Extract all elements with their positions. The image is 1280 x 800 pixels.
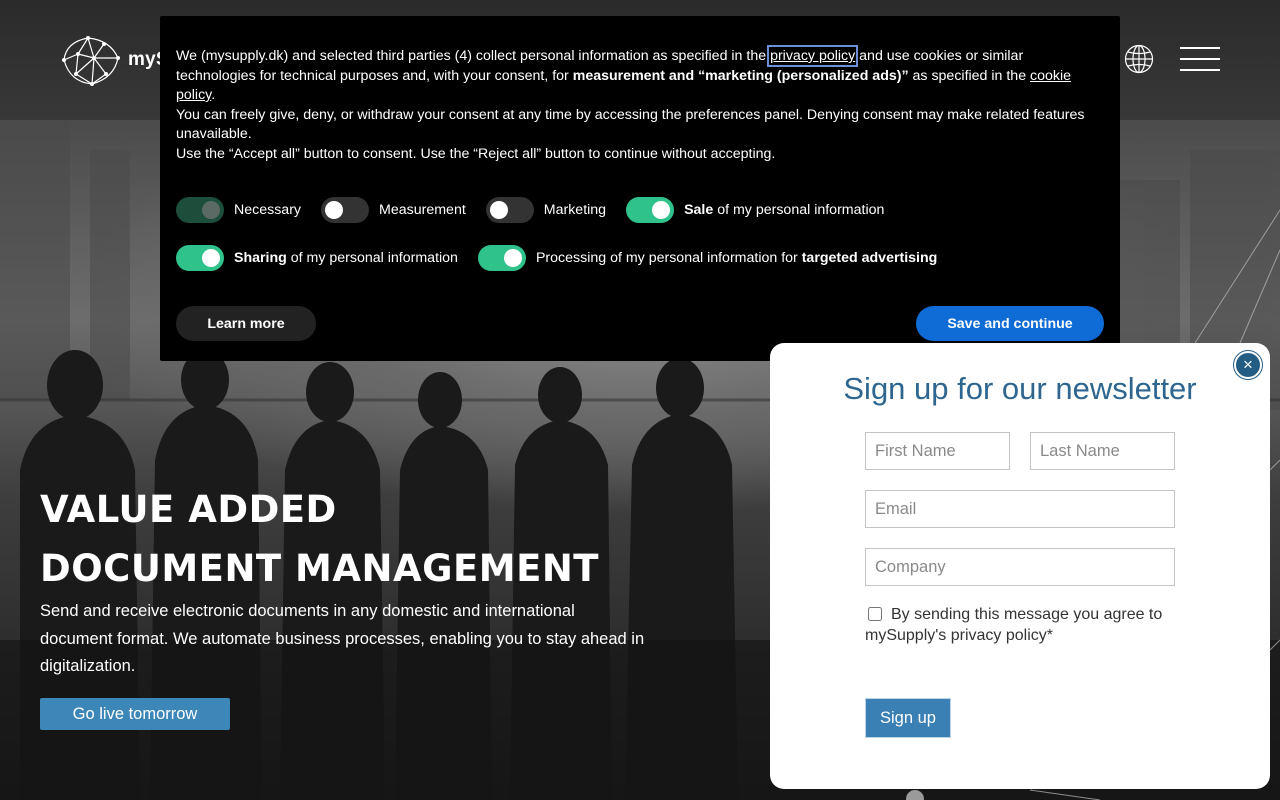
sharing-label: Sharing of my personal information <box>234 250 458 266</box>
measurement-label: Measurement <box>379 202 466 218</box>
consent-paragraph-3: Use the “Accept all” button to consent. … <box>176 145 776 162</box>
first-name-input[interactable] <box>865 432 1010 470</box>
save-and-continue-button[interactable]: Save and continue <box>916 306 1104 341</box>
globe-icon <box>1124 44 1154 74</box>
consent-toggle-row-1: Necessary Measurement Marketing Sale of … <box>176 197 904 223</box>
hero-subtitle: Send and receive electronic documents in… <box>40 602 645 675</box>
hamburger-menu-button[interactable] <box>1180 47 1220 71</box>
privacy-consent-label: By sending this message you agree to myS… <box>865 606 1163 644</box>
measurement-switch[interactable] <box>321 197 370 223</box>
consent-toggle-row-2: Sharing of my personal information Proce… <box>176 245 957 271</box>
toggle-sharing: Sharing of my personal information <box>176 245 458 271</box>
marketing-switch[interactable] <box>485 197 534 223</box>
hamburger-menu-icon <box>1180 47 1220 49</box>
consent-paragraph-2: You can freely give, deny, or withdraw y… <box>176 106 1085 143</box>
learn-more-button[interactable]: Learn more <box>176 306 316 341</box>
site-logo[interactable]: myS <box>58 34 169 86</box>
cookie-consent-panel: We (mysupply.dk) and selected third part… <box>160 16 1120 361</box>
privacy-policy-link[interactable]: privacy policy <box>767 45 859 67</box>
sign-up-button[interactable]: Sign up <box>865 698 951 738</box>
sale-label: Sale of my personal information <box>684 202 885 218</box>
hero-title: VALUE ADDED DOCUMENT MANAGEMENT <box>40 480 599 598</box>
toggle-sale: Sale of my personal information <box>626 197 884 223</box>
toggle-necessary: Necessary <box>176 197 301 223</box>
necessary-switch[interactable] <box>176 197 224 223</box>
toggle-targeted-advertising: Processing of my personal information fo… <box>477 245 938 271</box>
consent-description: We (mysupply.dk) and selected third part… <box>176 45 1085 162</box>
last-name-input[interactable] <box>1030 432 1175 470</box>
sale-switch[interactable] <box>626 197 675 223</box>
newsletter-signup-modal: × Sign up for our newsletter By sending … <box>770 343 1270 789</box>
network-globe-logo-icon <box>62 36 120 86</box>
hero-title-line-2: DOCUMENT MANAGEMENT <box>40 547 600 590</box>
language-selector[interactable] <box>1124 44 1154 74</box>
targeted-advertising-label: Processing of my personal information fo… <box>535 250 938 266</box>
company-input[interactable] <box>865 548 1175 586</box>
marketing-label: Marketing <box>543 202 607 218</box>
email-input[interactable] <box>865 490 1175 528</box>
hero-title-line-1: VALUE ADDED <box>40 488 337 531</box>
newsletter-title: Sign up for our newsletter <box>843 371 1197 406</box>
sharing-switch[interactable] <box>176 245 224 271</box>
necessary-label: Necessary <box>234 202 302 218</box>
toggle-marketing: Marketing <box>485 197 607 223</box>
targeted-advertising-switch[interactable] <box>477 245 526 271</box>
toggle-measurement: Measurement <box>321 197 466 223</box>
go-live-button[interactable]: Go live tomorrow <box>40 698 230 730</box>
